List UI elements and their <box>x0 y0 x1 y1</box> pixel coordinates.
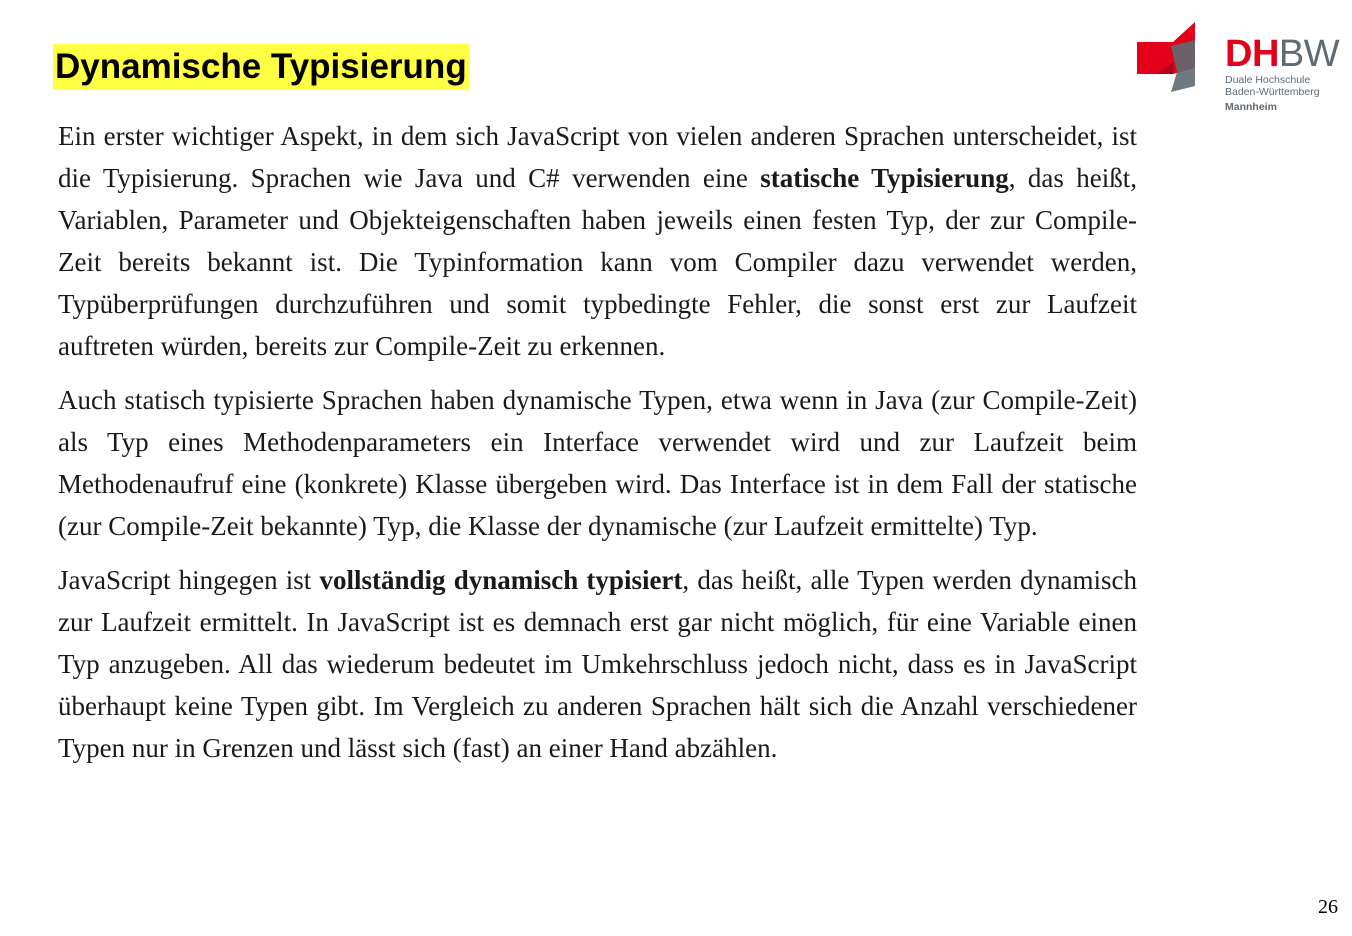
body-text: Ein erster wichtiger Aspekt, in dem sich… <box>58 115 1137 781</box>
paragraph-3: JavaScript hingegen ist vollständig dyna… <box>58 559 1137 769</box>
paragraph-1-bold: statische Typisierung <box>760 163 1009 193</box>
paragraph-1: Ein erster wichtiger Aspekt, in dem sich… <box>58 115 1137 367</box>
paragraph-3-text-a: JavaScript hingegen ist <box>58 565 320 595</box>
logo-dh: DH <box>1225 33 1279 75</box>
page-title: Dynamische Typisierung <box>53 44 469 90</box>
logo-wordmark: DHBW <box>1225 33 1340 75</box>
logo-bw: BW <box>1278 33 1340 75</box>
page-number: 26 <box>1318 896 1338 918</box>
dhbw-logo: DHBW Duale Hochschule Baden-Württemberg … <box>1135 22 1350 122</box>
logo-line2: Baden-Württemberg <box>1225 86 1320 98</box>
logo-line1: Duale Hochschule <box>1225 74 1311 86</box>
dhbw-logo-icon <box>1137 22 1195 92</box>
paragraph-2: Auch statisch typisierte Sprachen haben … <box>58 385 1137 541</box>
logo-city: Mannheim <box>1225 101 1277 113</box>
paragraph-3-bold: vollständig dynamisch typisiert <box>319 565 683 595</box>
